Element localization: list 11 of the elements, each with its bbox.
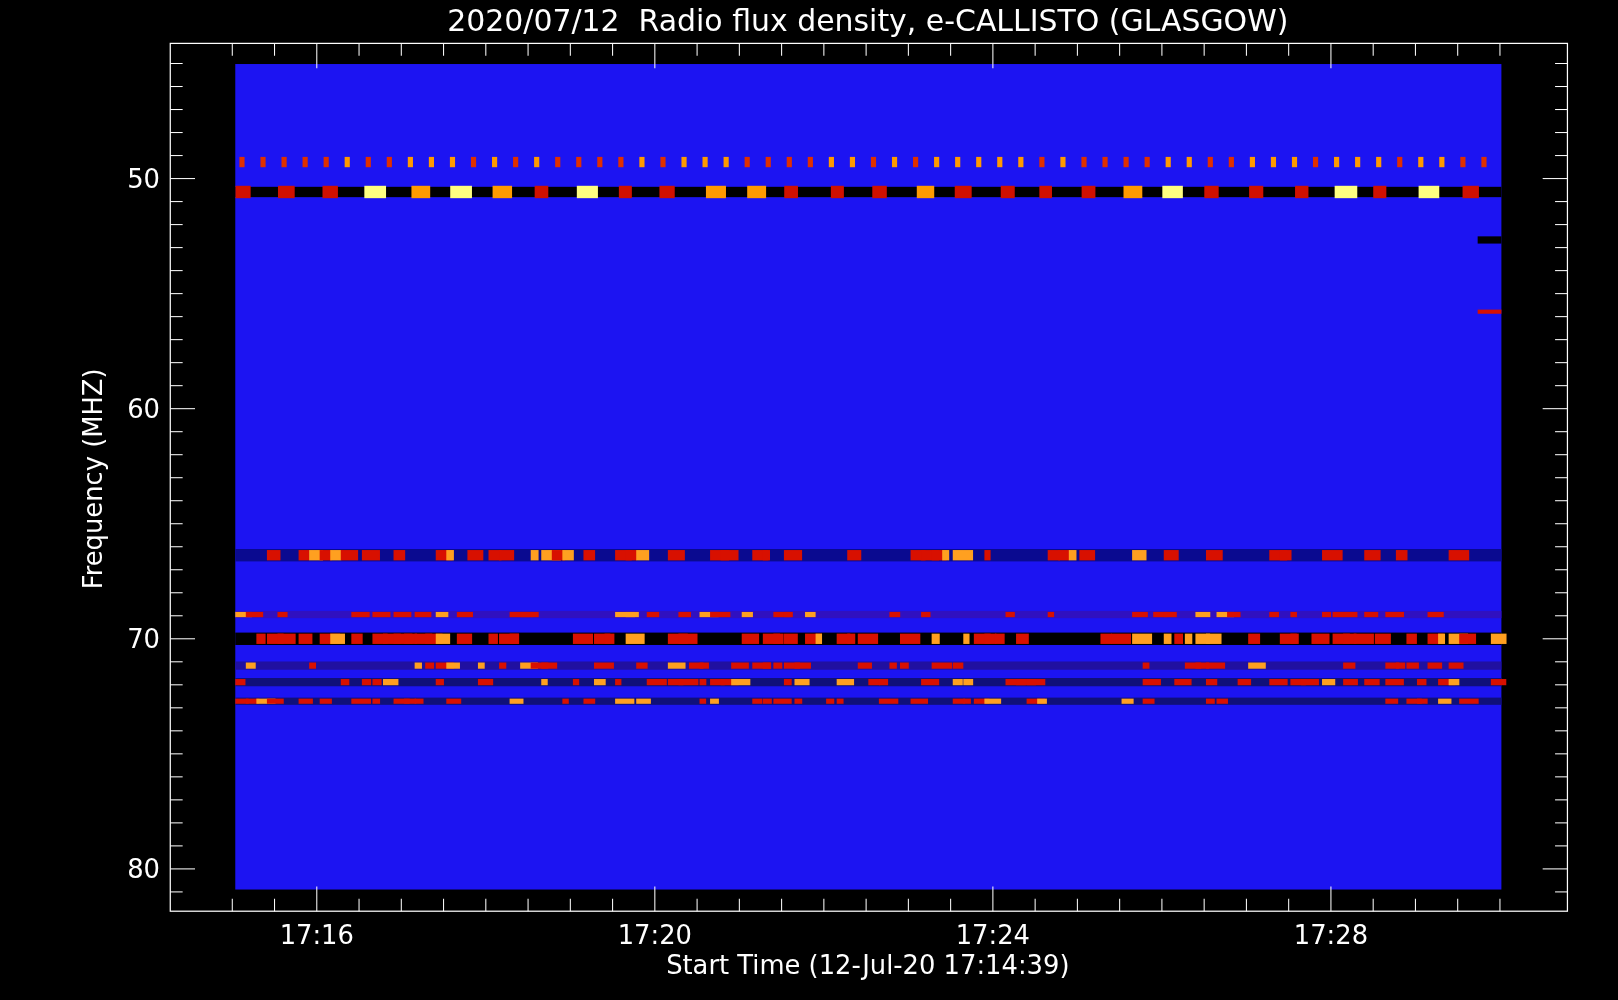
axis-label: Frequency (MHZ) — [78, 368, 109, 590]
tick-label: 70 — [127, 624, 160, 655]
chart-title: 2020/07/12 Radio flux density, e-CALLISTO (GLASGOW) — [447, 3, 1289, 38]
axis-label: Start Time (12-Jul-20 17:14:39) — [666, 950, 1070, 981]
tick-label: 60 — [127, 393, 160, 424]
tick-label: 50 — [127, 163, 160, 194]
tick-label: 17:16 — [279, 920, 354, 951]
tick-label: 17:20 — [617, 920, 692, 951]
tick-label: 17:24 — [955, 920, 1031, 951]
tick-label: 17:28 — [1293, 920, 1369, 951]
tick-label: 80 — [127, 854, 160, 885]
